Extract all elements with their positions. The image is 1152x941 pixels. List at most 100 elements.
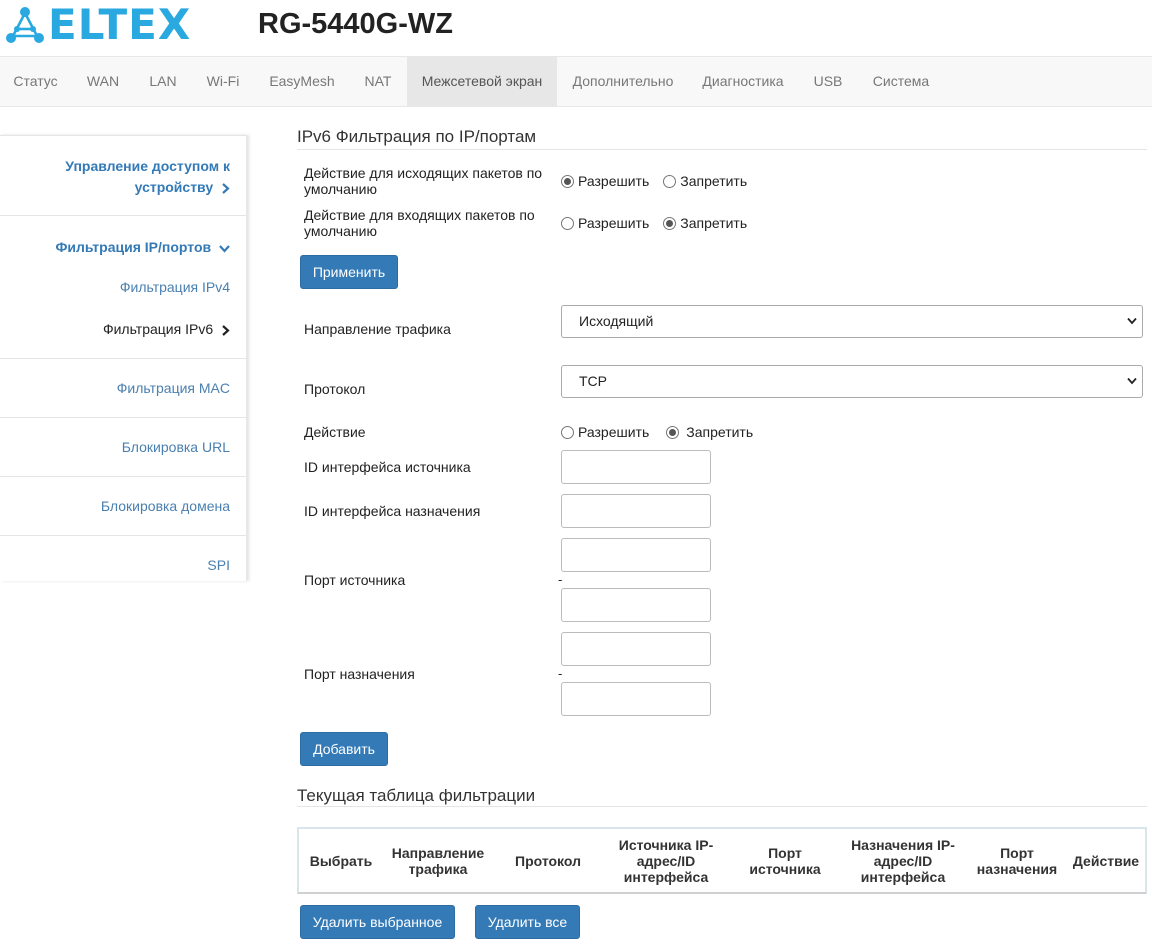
chevron-right-icon	[222, 182, 230, 194]
header-text: Порт	[768, 844, 802, 861]
logo-text: ELTEX	[48, 0, 192, 49]
chevron-down-icon	[219, 245, 230, 253]
protocol-select[interactable]: TCP	[561, 365, 1143, 398]
label-line: Действие для исходящих пакетов по	[304, 165, 543, 181]
nav-advanced[interactable]: Дополнительно	[558, 57, 688, 106]
src-port-to-input[interactable]	[561, 588, 711, 622]
src-port-separator: -	[558, 572, 563, 587]
src-iface-id-input[interactable]	[561, 450, 711, 484]
header-text: адрес/ID	[873, 852, 933, 869]
outgoing-default-label: Действие для исходящих пакетов по умолча…	[304, 165, 542, 197]
dst-port-from-input[interactable]	[561, 632, 711, 666]
page-title: IPv6 Фильтрация по IP/портам	[297, 127, 537, 146]
dst-iface-id-label: ID интерфейса назначения	[304, 503, 481, 519]
chevron-right-icon	[222, 324, 230, 336]
nav-wifi[interactable]: Wi-Fi	[194, 57, 252, 106]
nav-status[interactable]: Статус	[0, 57, 71, 106]
nav-diagnostics[interactable]: Диагностика	[689, 57, 797, 106]
eltex-logo: ELTEX	[4, 4, 191, 46]
header-text: Действие	[1072, 852, 1140, 869]
sidebar-item-label: устройству	[134, 179, 214, 195]
incoming-deny-radio[interactable]	[663, 216, 677, 230]
sidebar-item-ip-port-filter[interactable]: Фильтрация IP/портов	[55, 237, 230, 258]
nav-easymesh[interactable]: EasyMesh	[255, 57, 349, 106]
chevron-down-icon	[1127, 377, 1137, 385]
incoming-allow-radio[interactable]	[561, 216, 574, 230]
protocol-label: Протокол	[304, 381, 366, 397]
delete-all-button[interactable]: Удалить все	[475, 905, 580, 939]
action-radio-group: Разрешить Запретить	[561, 424, 767, 440]
header-text: назначения	[976, 860, 1058, 877]
nav-usb[interactable]: USB	[799, 57, 857, 106]
dst-iface-id-input[interactable]	[561, 494, 711, 528]
src-port-label: Порт источника	[304, 572, 406, 588]
radio-label: Разрешить	[578, 424, 650, 440]
label-line: Действие для входящих пакетов по	[304, 207, 535, 223]
sidebar-item-label-line2: устройству	[0, 177, 230, 198]
sidebar-item-label: Фильтрация IP/портов	[55, 239, 212, 255]
nav-lan[interactable]: LAN	[134, 57, 192, 106]
table-header-protocol: Протокол	[497, 829, 599, 892]
incoming-default-radio-group: Разрешить Запретить	[561, 215, 761, 231]
src-port-from-input[interactable]	[561, 538, 711, 572]
header-text: источника	[749, 860, 821, 877]
header-text: интерфейса	[860, 868, 946, 885]
nav-nat[interactable]: NAT	[350, 57, 406, 106]
sidebar-item-ipv4-filter[interactable]: Фильтрация IPv4	[120, 279, 230, 295]
table-header-dst-ip: Назначения IP- адрес/ID интерфейса	[839, 829, 967, 892]
sidebar: Управление доступом к устройству Фильтра…	[0, 135, 247, 581]
sidebar-item-ipv6-filter[interactable]: Фильтрация IPv6	[103, 321, 230, 337]
header-text: трафика	[408, 860, 468, 877]
action-deny-radio[interactable]	[666, 425, 680, 439]
header-text: адрес/ID	[636, 852, 696, 869]
nav-firewall[interactable]: Межсетевой экран	[407, 57, 557, 106]
delete-selected-button[interactable]: Удалить выбранное	[300, 905, 455, 939]
outgoing-allow-radio[interactable]	[561, 174, 574, 188]
table-title: Текущая таблица фильтрации	[297, 786, 536, 805]
header-text: Назначения IP-	[851, 836, 955, 853]
header-text: Порт	[1000, 844, 1034, 861]
dst-port-label: Порт назначения	[304, 666, 415, 682]
table-header-action: Действие	[1067, 829, 1145, 892]
apply-button[interactable]: Применить	[300, 255, 398, 289]
traffic-direction-select[interactable]: Исходящий	[561, 305, 1143, 338]
radio-label: Разрешить	[578, 173, 650, 189]
sidebar-item-domain-block[interactable]: Блокировка домена	[0, 476, 246, 535]
radio-label: Разрешить	[578, 215, 650, 231]
add-button[interactable]: Добавить	[300, 732, 388, 766]
table-header-direction: Направление трафика	[381, 829, 495, 892]
sidebar-item-label: Фильтрация IPv6	[102, 321, 214, 337]
chevron-down-icon	[1127, 317, 1137, 325]
dst-port-to-input[interactable]	[561, 682, 711, 716]
outgoing-default-radio-group: Разрешить Запретить	[561, 173, 761, 189]
label-line: умолчанию	[304, 223, 377, 239]
top-navigation: Статус WAN LAN Wi-Fi EasyMesh NAT Межсет…	[0, 56, 1152, 107]
table-header-dst-port: Порт назначения	[969, 829, 1065, 892]
radio-label: Запретить	[680, 215, 748, 231]
header-text: интерфейса	[623, 868, 709, 885]
sidebar-item-mac-filter[interactable]: Фильтрация MAC	[0, 358, 246, 417]
src-iface-id-label: ID интерфейса источника	[304, 459, 471, 475]
action-label: Действие	[304, 424, 366, 440]
table-header-src-ip: Источника IP- адрес/ID интерфейса	[601, 829, 731, 892]
header-text: Протокол	[515, 852, 581, 869]
select-value: Исходящий	[579, 313, 654, 329]
nav-system[interactable]: Система	[858, 57, 944, 106]
radio-label: Запретить	[680, 173, 748, 189]
header-text: Выбрать	[309, 852, 373, 869]
header-text: Направление	[391, 844, 485, 861]
label-line: умолчанию	[304, 181, 377, 197]
traffic-direction-label: Направление трафика	[304, 321, 451, 337]
sidebar-item-access-control[interactable]: Управление доступом к устройству	[0, 135, 246, 215]
nav-wan[interactable]: WAN	[74, 57, 132, 106]
filter-table: Выбрать Направление трафика Протокол Ист…	[297, 827, 1147, 894]
incoming-default-label: Действие для входящих пакетов по умолчан…	[304, 207, 535, 239]
action-allow-radio[interactable]	[561, 425, 574, 439]
sidebar-group-ip-port-filter: Фильтрация IP/портов Фильтрация IPv4 Фил…	[0, 215, 246, 358]
header: ELTEX RG-5440G-WZ	[0, 0, 1152, 56]
title-divider	[297, 149, 1147, 150]
outgoing-deny-radio[interactable]	[663, 174, 677, 188]
sidebar-item-url-block[interactable]: Блокировка URL	[0, 417, 246, 476]
sidebar-item-spi[interactable]: SPI	[0, 535, 246, 581]
table-header-select: Выбрать	[303, 829, 379, 892]
